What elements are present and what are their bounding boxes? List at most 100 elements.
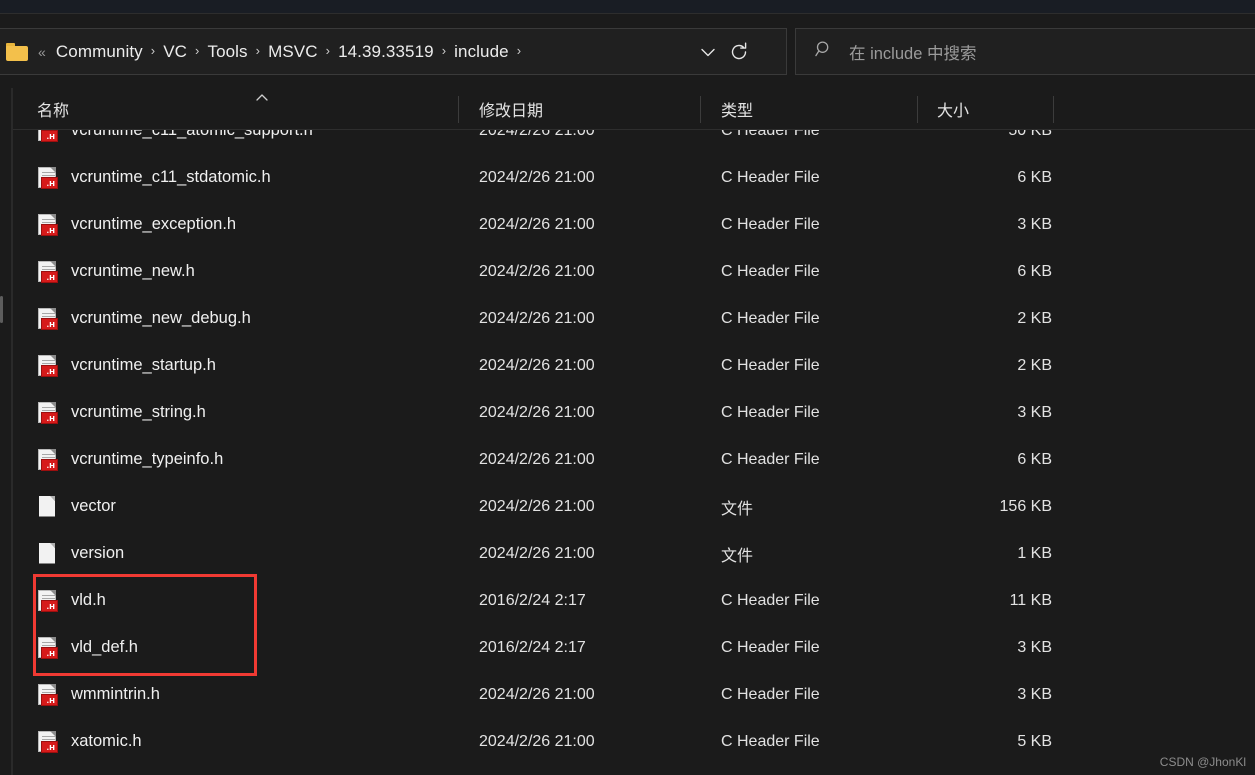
file-name-cell[interactable]: .H xatomic.h	[37, 730, 142, 754]
file-size-cell: 6 KB	[1017, 262, 1052, 280]
file-name-label: version	[71, 544, 125, 562]
file-name-label: vcruntime_new_debug.h	[71, 309, 251, 327]
file-type-cell: C Header File	[721, 215, 820, 233]
column-divider[interactable]	[700, 96, 701, 123]
c-header-file-icon: .H	[37, 307, 59, 331]
file-size-cell: 3 KB	[1017, 403, 1052, 421]
file-name-label: vld_def.h	[71, 638, 138, 656]
chevron-down-icon[interactable]	[696, 40, 720, 64]
file-type-cell: C Header File	[721, 309, 820, 327]
file-name-cell[interactable]: .H wmmintrin.h	[37, 683, 160, 707]
column-header-size[interactable]: 大小	[937, 89, 969, 129]
breadcrumb-item-vc[interactable]: VC	[162, 40, 188, 64]
c-header-file-icon: .H	[37, 730, 59, 754]
file-date-cell: 2024/2/26 21:00	[479, 403, 595, 421]
file-row[interactable]: .H xatomic.h 2024/2/26 21:00 C Header File 5…	[13, 718, 1255, 765]
file-row[interactable]: .H vcruntime_string.h 2024/2/26 21:00 C Hea…	[13, 389, 1255, 436]
file-row[interactable]: .H vcruntime_new.h 2024/2/26 21:00 C Header…	[13, 248, 1255, 295]
file-row[interactable]: vector 2024/2/26 21:00 文件 156 KB	[13, 483, 1255, 530]
pane-splitter-handle[interactable]	[0, 296, 3, 323]
file-date-cell: 2024/2/26 21:00	[479, 168, 595, 186]
file-size-cell: 50 KB	[1008, 130, 1052, 139]
file-row[interactable]: .H vcruntime_startup.h 2024/2/26 21:00 C He…	[13, 342, 1255, 389]
column-header-date-modified[interactable]: 修改日期	[479, 89, 543, 129]
column-header-name[interactable]: 名称	[37, 89, 69, 129]
c-header-file-icon: .H	[37, 213, 59, 237]
file-row[interactable]: .H vcruntime_typeinfo.h 2024/2/26 21:00 C H…	[13, 436, 1255, 483]
breadcrumb-item-community[interactable]: Community	[55, 40, 144, 64]
file-size-cell: 11 KB	[1009, 591, 1052, 609]
ascending-caret-icon	[248, 90, 276, 102]
file-name-label: vcruntime_typeinfo.h	[71, 450, 224, 468]
file-name-cell[interactable]: .H vld.h	[37, 589, 106, 613]
file-row[interactable]: .H vcruntime_exception.h 2024/2/26 21:00 C …	[13, 201, 1255, 248]
file-size-cell: 6 KB	[1017, 450, 1052, 468]
file-name-cell[interactable]: .H vcruntime_string.h	[37, 401, 206, 425]
file-date-cell: 2024/2/26 21:00	[479, 356, 595, 374]
column-header-type[interactable]: 类型	[721, 89, 753, 129]
file-type-cell: C Header File	[721, 168, 820, 186]
file-name-label: vcruntime_exception.h	[71, 215, 237, 233]
breadcrumb-separator-icon[interactable]: ›	[256, 43, 260, 58]
file-size-cell: 6 KB	[1017, 168, 1052, 186]
breadcrumb-overflow-icon[interactable]: «	[38, 44, 46, 60]
search-icon	[815, 40, 833, 63]
file-name-cell[interactable]: vector	[37, 495, 116, 519]
file-name-cell[interactable]: .H vld_def.h	[37, 636, 138, 660]
breadcrumb-separator-icon[interactable]: ›	[151, 43, 155, 58]
file-type-cell: C Header File	[721, 403, 820, 421]
file-name-cell[interactable]: .H vcruntime_exception.h	[37, 213, 236, 237]
file-date-cell: 2024/2/26 21:00	[479, 685, 595, 703]
breadcrumb-item-version[interactable]: 14.39.33519	[337, 40, 435, 64]
file-date-cell: 2024/2/26 21:00	[479, 215, 595, 233]
column-divider[interactable]	[1053, 96, 1054, 123]
file-type-cell: C Header File	[721, 591, 820, 609]
file-row[interactable]: .H vld_def.h 2016/2/24 2:17 C Header File 3 …	[13, 624, 1255, 671]
file-name-cell[interactable]: .H vcruntime_startup.h	[37, 354, 216, 378]
file-date-cell: 2024/2/26 21:00	[479, 497, 595, 515]
search-box[interactable]: 在 include 中搜索	[795, 28, 1255, 75]
c-header-file-icon: .H	[37, 130, 59, 143]
file-size-cell: 1 KB	[1017, 544, 1052, 562]
column-divider[interactable]	[458, 96, 459, 123]
column-header-row: 名称 修改日期 类型 大小	[13, 89, 1255, 129]
file-date-cell: 2016/2/24 2:17	[479, 638, 586, 656]
plain-file-icon	[37, 542, 59, 566]
file-row[interactable]: version 2024/2/26 21:00 文件 1 KB	[13, 530, 1255, 577]
refresh-icon[interactable]	[726, 39, 752, 65]
breadcrumb-separator-icon[interactable]: ›	[195, 43, 199, 58]
breadcrumb-item-include[interactable]: include	[453, 40, 510, 64]
file-row[interactable]: .H vcruntime_c11_atomic_support.h 2024/2/2…	[13, 130, 1255, 154]
file-name-cell[interactable]: version	[37, 542, 124, 566]
file-size-cell: 2 KB	[1017, 356, 1052, 374]
file-name-cell[interactable]: .H vcruntime_c11_atomic_support.h	[37, 130, 313, 143]
file-row[interactable]: .H vcruntime_c11_stdatomic.h 2024/2/26 21:…	[13, 154, 1255, 201]
address-bar[interactable]: « Community › VC › Tools › MSVC › 14.39.…	[0, 28, 787, 75]
file-row[interactable]: .H vld.h 2016/2/24 2:17 C Header File 11 KB	[13, 577, 1255, 624]
file-type-cell: 文件	[721, 500, 754, 518]
breadcrumb-separator-icon[interactable]: ›	[326, 43, 330, 58]
file-size-cell: 3 KB	[1017, 685, 1052, 703]
file-name-cell[interactable]: .H vcruntime_new.h	[37, 260, 195, 284]
file-name-cell[interactable]: .H vcruntime_c11_stdatomic.h	[37, 166, 271, 190]
search-input[interactable]: 在 include 中搜索	[849, 40, 976, 64]
breadcrumb-separator-icon[interactable]: ›	[517, 43, 521, 58]
breadcrumb-separator-icon[interactable]: ›	[442, 43, 446, 58]
c-header-file-icon: .H	[37, 636, 59, 660]
breadcrumb-item-tools[interactable]: Tools	[206, 40, 248, 64]
file-type-cell: C Header File	[721, 638, 820, 656]
c-header-file-icon: .H	[37, 401, 59, 425]
file-row[interactable]: .H vcruntime_new_debug.h 2024/2/26 21:00 C …	[13, 295, 1255, 342]
c-header-file-icon: .H	[37, 166, 59, 190]
plain-file-icon	[37, 495, 59, 519]
breadcrumb-item-msvc[interactable]: MSVC	[267, 40, 319, 64]
c-header-file-icon: .H	[37, 354, 59, 378]
file-row[interactable]: .H wmmintrin.h 2024/2/26 21:00 C Header Fil…	[13, 671, 1255, 718]
file-list[interactable]: .H vcruntime_c11_atomic_support.h 2024/2/2…	[13, 130, 1255, 775]
column-divider[interactable]	[917, 96, 918, 123]
file-name-label: xatomic.h	[71, 732, 142, 750]
file-name-cell[interactable]: .H vcruntime_typeinfo.h	[37, 448, 223, 472]
file-date-cell: 2016/2/24 2:17	[479, 591, 586, 609]
file-name-cell[interactable]: .H vcruntime_new_debug.h	[37, 307, 251, 331]
file-type-cell: C Header File	[721, 356, 820, 374]
